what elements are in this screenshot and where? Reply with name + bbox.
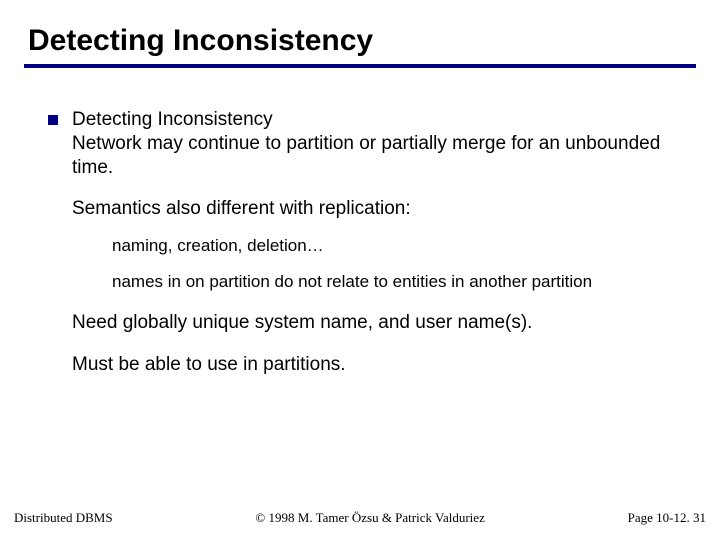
footer-right: Page 10-12. 31 [628, 510, 706, 526]
subitem-naming: naming, creation, deletion… [112, 235, 696, 257]
paragraph-need: Need globally unique system name, and us… [72, 311, 696, 335]
content-area: Detecting Inconsistency Network may cont… [24, 108, 696, 377]
bullet-line: Network may continue to partition or par… [72, 132, 696, 180]
square-bullet-icon [48, 115, 58, 125]
footer-center: © 1998 M. Tamer Özsu & Patrick Valduriez [113, 510, 628, 526]
bullet-text: Detecting Inconsistency Network may cont… [72, 108, 696, 179]
slide-title: Detecting Inconsistency [28, 24, 696, 58]
paragraph-semantics: Semantics also different with replicatio… [72, 197, 696, 221]
title-underline [24, 64, 696, 68]
footer-left: Distributed DBMS [14, 510, 113, 526]
subitem-names-partition: names in on partition do not relate to e… [112, 271, 696, 293]
slide: Detecting Inconsistency Detecting Incons… [0, 0, 720, 540]
bullet-heading: Detecting Inconsistency [72, 108, 696, 132]
footer: Distributed DBMS © 1998 M. Tamer Özsu & … [0, 510, 720, 526]
paragraph-must: Must be able to use in partitions. [72, 353, 696, 377]
bullet-item: Detecting Inconsistency Network may cont… [48, 108, 696, 179]
